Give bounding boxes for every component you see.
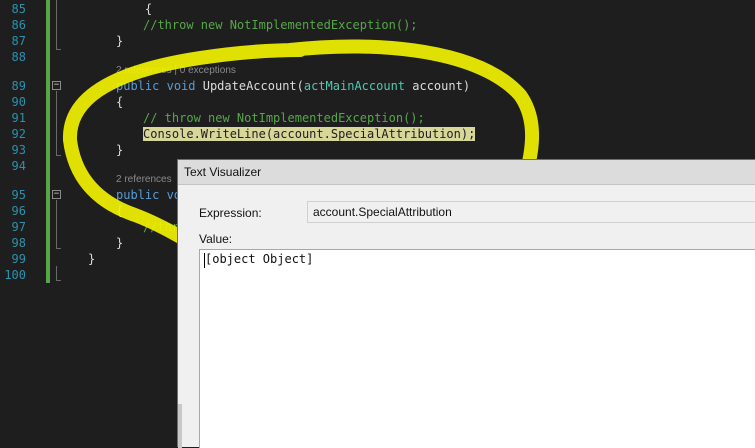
code-token: } xyxy=(116,143,124,157)
line-number: 88 xyxy=(11,50,26,64)
code-token: } xyxy=(88,252,96,266)
line-number: 90 xyxy=(11,95,26,109)
line-number: 85 xyxy=(11,2,26,16)
code-token: } xyxy=(116,34,124,48)
code-token: UpdateAccount( xyxy=(195,79,304,93)
code-text: // throw new NotImplementedException(); xyxy=(143,110,425,126)
line-number: 97 xyxy=(11,220,26,234)
line-number: 87 xyxy=(11,34,26,48)
expression-value: account.SpecialAttribution xyxy=(313,205,452,219)
line-number: 100 xyxy=(4,268,26,282)
code-token: void xyxy=(166,79,196,93)
line-number: 91 xyxy=(11,111,26,125)
code-token: public xyxy=(116,79,160,93)
line-number: 86 xyxy=(11,18,26,32)
code-token: account) xyxy=(405,79,471,93)
line-number: 99 xyxy=(11,252,26,266)
code-line[interactable]: 93} xyxy=(0,142,755,158)
code-line[interactable]: 88 xyxy=(0,49,755,65)
value-label: Value: xyxy=(199,232,233,246)
code-text: } xyxy=(116,235,123,251)
line-number: 98 xyxy=(11,236,26,250)
code-token: public xyxy=(116,188,160,202)
code-text: } xyxy=(116,142,123,158)
code-line[interactable]: 90 { xyxy=(0,94,755,110)
code-line[interactable]: 91 // throw new NotImplementedException()… xyxy=(0,110,755,126)
code-text: { xyxy=(116,203,123,219)
value-text: [object Object] xyxy=(205,252,314,266)
code-token: { xyxy=(116,2,153,16)
code-text: public vo xyxy=(116,187,181,203)
text-visualizer-dialog[interactable]: Text Visualizer Expression: account.Spec… xyxy=(177,159,755,448)
value-textarea[interactable]: [object Object] xyxy=(199,249,755,448)
code-line[interactable]: 92 Console.WriteLine(account.SpecialAttri… xyxy=(0,126,755,142)
code-text: } xyxy=(116,33,123,49)
dialog-titlebar[interactable]: Text Visualizer xyxy=(178,160,755,185)
code-token: Console.WriteLine(account.SpecialAttribu… xyxy=(143,127,476,141)
line-number: 93 xyxy=(11,143,26,157)
line-number: 92 xyxy=(11,127,26,141)
code-text: { xyxy=(116,94,123,110)
code-text: //thr xyxy=(143,219,179,235)
code-text: Console.WriteLine(account.SpecialAttribu… xyxy=(143,126,476,142)
code-token: actMainAccount xyxy=(303,79,406,93)
code-text: //throw new NotImplementedException(); xyxy=(143,17,418,33)
code-token: //throw new NotImplementedException(); xyxy=(143,18,418,32)
code-token: { xyxy=(116,95,124,109)
dialog-scrollbar[interactable] xyxy=(178,404,182,448)
line-number: 94 xyxy=(11,159,26,173)
code-token: { xyxy=(116,204,124,218)
code-line[interactable]: 89 public void UpdateAccount(actMainAccou… xyxy=(0,78,755,94)
code-text: } xyxy=(88,251,95,267)
code-token: //thr xyxy=(143,220,180,234)
code-token: } xyxy=(116,236,124,250)
code-line[interactable]: 86 //throw new NotImplementedException(); xyxy=(0,17,755,33)
code-text: public void UpdateAccount(actMainAccount… xyxy=(116,78,470,94)
line-number: 95 xyxy=(11,188,26,202)
line-number: 89 xyxy=(11,79,26,93)
dialog-title: Text Visualizer xyxy=(184,165,262,179)
expression-field[interactable]: account.SpecialAttribution xyxy=(307,201,755,223)
code-text: { xyxy=(116,1,152,17)
expression-label: Expression: xyxy=(199,206,262,220)
line-number: 96 xyxy=(11,204,26,218)
code-line[interactable]: 85 { xyxy=(0,1,755,17)
codelens-references[interactable]: 2 references xyxy=(116,173,172,187)
code-line[interactable]: 87} xyxy=(0,33,755,49)
codelens-references[interactable]: 2 references | 0 exceptions xyxy=(116,64,236,78)
code-token: // throw new NotImplementedException(); xyxy=(143,111,425,125)
